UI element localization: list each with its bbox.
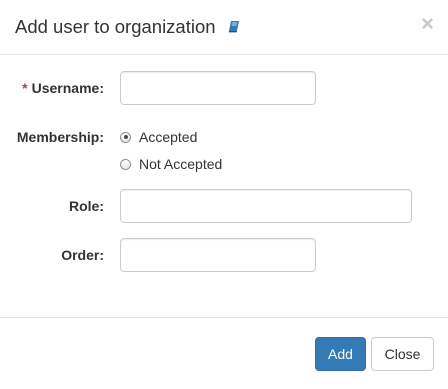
role-label: Role: xyxy=(69,198,104,214)
membership-option-not-accepted[interactable]: Not Accepted xyxy=(120,154,222,174)
username-input[interactable] xyxy=(120,71,316,105)
radio-accepted-label: Accepted xyxy=(139,129,198,145)
dialog-header: Add user to organization × xyxy=(0,0,448,55)
required-marker: * xyxy=(22,80,28,96)
dialog-title-row: Add user to organization xyxy=(15,15,240,39)
dialog-title: Add user to organization xyxy=(15,16,216,37)
membership-option-accepted[interactable]: Accepted xyxy=(120,127,197,147)
close-icon[interactable]: × xyxy=(421,12,434,36)
username-label: * Username: xyxy=(22,80,104,96)
radio-not-accepted-label: Not Accepted xyxy=(139,156,223,172)
order-label: Order: xyxy=(61,247,104,263)
order-input[interactable] xyxy=(120,238,316,272)
radio-not-accepted[interactable] xyxy=(120,158,131,170)
radio-accepted[interactable] xyxy=(120,131,131,143)
dialog-footer: Add Close xyxy=(0,317,448,389)
book-icon[interactable] xyxy=(228,15,240,39)
close-button[interactable]: Close xyxy=(371,337,434,371)
role-input[interactable] xyxy=(120,189,412,223)
add-button[interactable]: Add xyxy=(315,337,366,371)
add-user-dialog: Add user to organization × * Username: Me… xyxy=(0,0,448,389)
username-label-text: Username: xyxy=(31,80,104,96)
membership-label: Membership: xyxy=(16,129,104,145)
